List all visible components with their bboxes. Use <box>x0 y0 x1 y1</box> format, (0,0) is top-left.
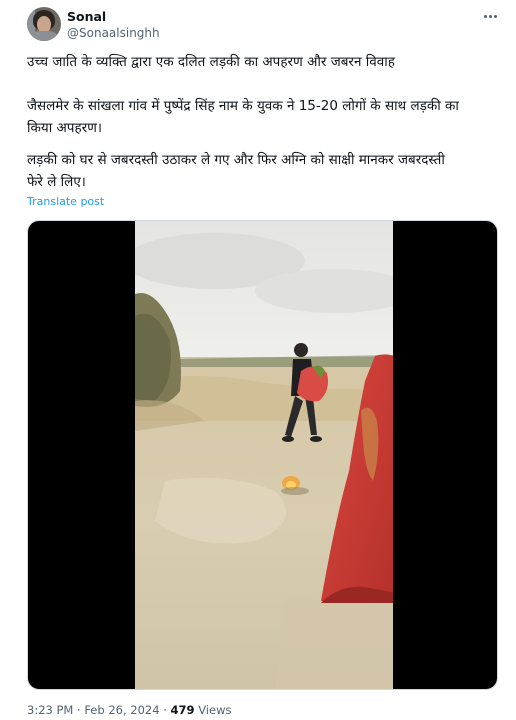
more-horizontal-icon[interactable] <box>480 7 500 25</box>
separator: · <box>163 703 167 717</box>
video-player[interactable] <box>27 220 498 690</box>
video-frame <box>135 221 393 689</box>
translate-post-link[interactable]: Translate post <box>27 195 104 208</box>
user-name[interactable]: Sonal <box>67 9 106 24</box>
tweet-text-line: किया अपहरण। <box>27 120 103 136</box>
avatar[interactable] <box>27 7 61 41</box>
tweet: Sonal @Sonaalsinghh उच्च जाति के व्यक्ति… <box>0 0 516 720</box>
user-handle[interactable]: @Sonaalsinghh <box>67 26 160 40</box>
tweet-text-paragraph-2: जैसलमेर के सांखला गांव में पुष्पेंद्र सि… <box>27 95 497 139</box>
post-date[interactable]: Feb 26, 2024 <box>84 703 159 717</box>
tweet-text-line: लड़की को घर से जबरदस्ती उठाकर ले गए और फ… <box>27 152 445 168</box>
tweet-text-headline: उच्च जाति के व्यक्ति द्वारा एक दलित लड़क… <box>27 54 395 70</box>
video-still-image <box>135 221 393 689</box>
separator: · <box>77 703 81 717</box>
views-label: Views <box>198 703 232 717</box>
views-count: 479 <box>170 703 195 717</box>
tweet-text-line-1: उच्च जाति के व्यक्ति द्वारा एक दलित लड़क… <box>27 51 497 73</box>
tweet-meta: 3:23 PM · Feb 26, 2024 · 479 Views <box>27 703 231 717</box>
tweet-text-line: जैसलमेर के सांखला गांव में पुष्पेंद्र सि… <box>27 98 459 114</box>
tweet-text-line: फेरे ले लिए। <box>27 174 86 190</box>
tweet-text-paragraph-3: लड़की को घर से जबरदस्ती उठाकर ले गए और फ… <box>27 149 497 193</box>
post-time[interactable]: 3:23 PM <box>27 703 73 717</box>
